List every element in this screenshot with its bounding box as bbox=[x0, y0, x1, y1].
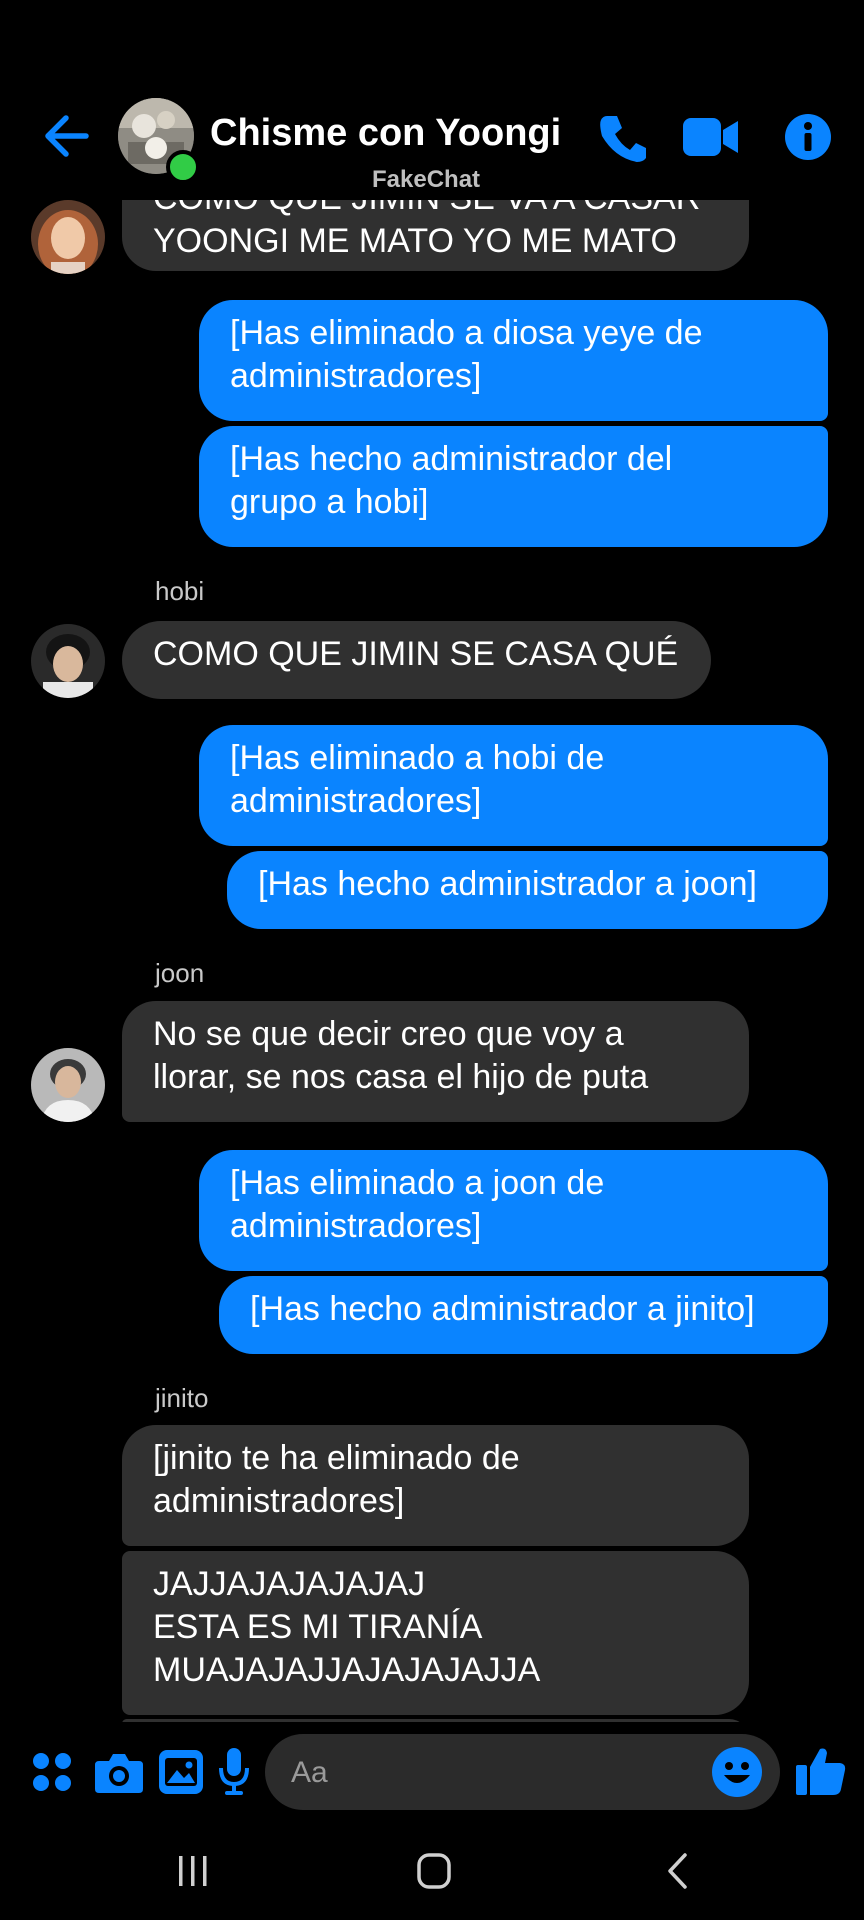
message-text: [Has eliminado a joon de bbox=[230, 1164, 605, 1202]
message-text: YOONGI ME MATO YO ME MATO bbox=[153, 222, 677, 260]
gallery-icon[interactable] bbox=[159, 1750, 203, 1794]
message-bubble[interactable]: COMO QUE JIMIN SE CASA QUÉ bbox=[122, 621, 711, 699]
message-input[interactable]: Aa bbox=[265, 1734, 780, 1810]
sender-name: jinito bbox=[155, 1383, 209, 1413]
sender-name: hobi bbox=[155, 576, 205, 606]
thumbs-up-icon[interactable] bbox=[796, 1745, 846, 1795]
message-text: administradores] bbox=[153, 1482, 405, 1520]
video-camera-icon[interactable] bbox=[683, 116, 739, 158]
message-text: administradores] bbox=[230, 782, 482, 820]
message-text: grupo a hobi] bbox=[230, 483, 429, 521]
sender-name: joon bbox=[155, 958, 205, 988]
home-icon[interactable] bbox=[417, 1853, 451, 1889]
microphone-icon[interactable] bbox=[218, 1748, 250, 1796]
message-bubble[interactable]: [Has eliminado a diosa yeye de administr… bbox=[199, 300, 828, 421]
message-text: administradores] bbox=[230, 357, 482, 395]
contact-avatar[interactable] bbox=[31, 200, 105, 274]
contact-avatar[interactable] bbox=[31, 1048, 105, 1122]
message-bubble[interactable]: [Has hecho administrador a jinito] bbox=[219, 1276, 828, 1354]
back-icon[interactable] bbox=[665, 1852, 689, 1890]
emoji-icon[interactable] bbox=[712, 1747, 762, 1797]
message-bubble[interactable]: No se que decir creo que voy a llorar, s… bbox=[122, 1001, 749, 1122]
message-input-placeholder: Aa bbox=[291, 1756, 328, 1789]
message-bubble[interactable]: COMO QUE JIMIN SE VA A CASAR YOONGI ME M… bbox=[122, 200, 749, 271]
message-bubble[interactable]: [jinito te ha eliminado de administrador… bbox=[122, 1425, 749, 1546]
message-bubble[interactable]: [Has eliminado a joon de administradores… bbox=[199, 1150, 828, 1271]
message-text: ESTA ES MI TIRANÍA bbox=[153, 1608, 483, 1646]
info-icon[interactable] bbox=[785, 114, 831, 160]
back-arrow-icon[interactable] bbox=[40, 112, 90, 160]
online-status-dot bbox=[166, 150, 200, 184]
message-text: [Has hecho administrador del bbox=[230, 440, 673, 478]
message-text: [jinito te ha eliminado de bbox=[153, 1439, 520, 1477]
message-text: administradores] bbox=[230, 1207, 482, 1245]
message-text: [Has hecho administrador a joon] bbox=[258, 865, 757, 903]
chat-subtitle: FakeChat bbox=[372, 166, 481, 193]
message-text: COMO QUE JIMIN SE VA A CASAR bbox=[153, 200, 718, 220]
message-text: [Has eliminado a diosa yeye de bbox=[230, 314, 703, 352]
message-text: [Has eliminado a hobi de bbox=[230, 739, 605, 777]
message-bubble[interactable]: JAJJAJAJAJAJAJ ESTA ES MI TIRANÍA MUAJAJ… bbox=[122, 1551, 749, 1715]
message-text: [Has hecho administrador a jinito] bbox=[250, 1290, 755, 1328]
message-text: COMO QUE JIMIN SE CASA QUÉ bbox=[153, 635, 679, 673]
camera-icon[interactable] bbox=[95, 1751, 143, 1793]
apps-grid-icon[interactable] bbox=[32, 1752, 72, 1792]
recents-icon[interactable] bbox=[177, 1854, 209, 1888]
message-bubble[interactable]: [Has eliminado a hobi de administradores… bbox=[199, 725, 828, 846]
message-text: MUAJAJAJJAJAJAJAJJA bbox=[153, 1651, 541, 1689]
message-text: llorar, se nos casa el hijo de puta bbox=[153, 1058, 649, 1096]
message-text: No se que decir creo que voy a bbox=[153, 1015, 624, 1053]
chat-title[interactable]: Chisme con Yoongi bbox=[210, 112, 561, 155]
contact-avatar[interactable] bbox=[31, 624, 105, 698]
message-bubble[interactable]: [Has hecho administrador del grupo a hob… bbox=[199, 426, 828, 547]
message-bubble[interactable]: [Has hecho administrador a joon] bbox=[227, 851, 828, 929]
phone-icon[interactable] bbox=[597, 112, 647, 164]
message-bubble-partial bbox=[122, 1719, 749, 1722]
message-text: JAJJAJAJAJAJAJ bbox=[153, 1565, 426, 1603]
message-list: COMO QUE JIMIN SE VA A CASAR YOONGI ME M… bbox=[0, 200, 864, 1722]
